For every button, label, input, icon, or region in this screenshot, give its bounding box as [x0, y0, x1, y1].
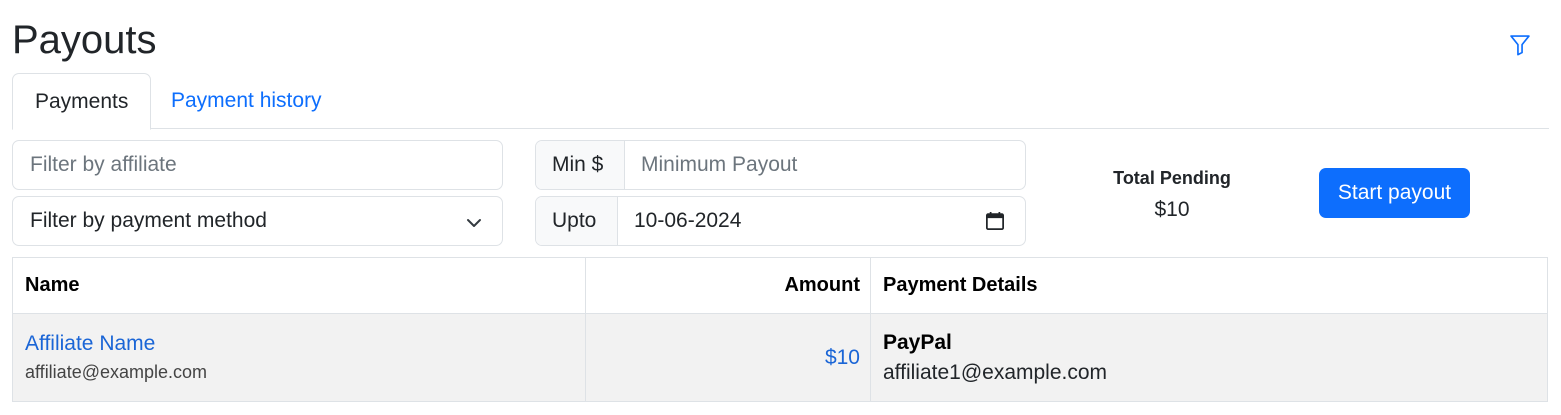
affiliate-name-link[interactable]: Affiliate Name — [25, 332, 573, 356]
start-payout-button[interactable]: Start payout — [1319, 168, 1470, 218]
payouts-table: Name Amount Payment Details Affiliate Na… — [12, 257, 1548, 402]
amount-column-header[interactable]: Amount — [585, 257, 871, 314]
payment-method-email: affiliate1@example.com — [883, 360, 1108, 384]
chevron-down-icon — [467, 219, 481, 227]
minimum-payout-input[interactable]: Minimum Payout — [625, 141, 1025, 189]
min-addon: Min $ — [536, 141, 625, 189]
payment-method-select[interactable]: Filter by payment method — [12, 196, 503, 246]
affiliate-cell: Affiliate Name affiliate@example.com — [12, 313, 586, 402]
amount-link[interactable]: $10 — [825, 346, 860, 369]
affiliate-email: affiliate@example.com — [25, 362, 208, 382]
tab-payments[interactable]: Payments — [12, 73, 152, 130]
total-pending-value: $10 — [1154, 198, 1190, 221]
minimum-payout-group: Min $ Minimum Payout — [535, 140, 1026, 190]
upto-date-group: Upto 10-06-2024 — [535, 196, 1026, 246]
upto-date-value: 10-06-2024 — [634, 209, 742, 232]
amount-cell: $10 — [585, 313, 871, 402]
name-column-header[interactable]: Name — [12, 257, 586, 314]
total-pending-label: Total Pending — [1113, 168, 1231, 188]
upto-date-input[interactable]: 10-06-2024 — [618, 197, 1025, 245]
payment-details-column-header: Payment Details — [870, 257, 1548, 314]
tab-payment-history[interactable]: Payment history — [149, 73, 344, 129]
filter-icon[interactable] — [1509, 34, 1531, 56]
calendar-icon[interactable] — [985, 211, 1005, 231]
payment-method-name: PayPal — [883, 330, 952, 354]
table-row: Affiliate Name affiliate@example.com $10… — [12, 313, 1548, 402]
table-header-row: Name Amount Payment Details — [12, 257, 1548, 314]
affiliate-filter-placeholder: Filter by affiliate — [30, 153, 177, 176]
payment-details-cell: PayPal affiliate1@example.com — [870, 313, 1548, 402]
affiliate-filter-input[interactable]: Filter by affiliate — [12, 140, 503, 190]
page-title: Payouts — [12, 18, 157, 62]
upto-addon: Upto — [536, 197, 618, 245]
payment-method-value: Filter by payment method — [30, 209, 267, 232]
tab-bar: Payments Payment history — [12, 72, 1549, 130]
